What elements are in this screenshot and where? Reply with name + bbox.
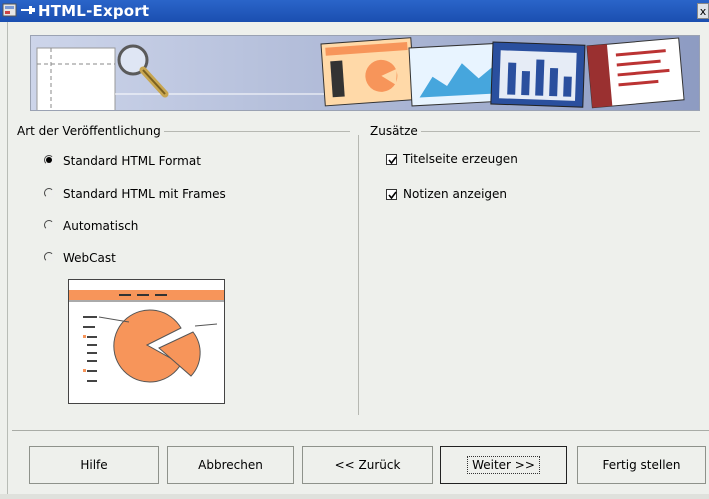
radio-html-frames[interactable]: Standard HTML mit Frames [44, 187, 226, 201]
radio-label: WebCast [63, 251, 116, 265]
window-left-edge [7, 22, 8, 499]
group-extras-label: Zusätze [367, 124, 421, 138]
title-bar[interactable]: HTML-Export x [0, 0, 709, 22]
back-button[interactable]: << Zurück [302, 446, 433, 484]
next-button[interactable]: Weiter >> [440, 446, 567, 484]
radio-label: Automatisch [63, 219, 139, 233]
group-publication-label: Art der Veröffentlichung [14, 124, 164, 138]
radio-label: Standard HTML Format [63, 154, 201, 168]
html-export-dialog: HTML-Export x Art der Veröffentlichung S… [0, 0, 709, 499]
window-bottom-edge [0, 494, 709, 499]
section-separator [358, 135, 359, 415]
button-area-separator [12, 430, 709, 431]
radio-webcast[interactable]: WebCast [44, 251, 116, 265]
finish-button[interactable]: Fertig stellen [577, 446, 706, 484]
window-title: HTML-Export [38, 2, 150, 20]
pin-icon[interactable] [20, 3, 36, 20]
cancel-button[interactable]: Abbrechen [167, 446, 294, 484]
close-icon[interactable]: x [697, 3, 709, 19]
radio-automatic[interactable]: Automatisch [44, 219, 138, 233]
checkbox-title-page[interactable]: Titelseite erzeugen [386, 152, 518, 166]
check-icon [386, 188, 397, 200]
radio-standard-html[interactable]: Standard HTML Format [44, 154, 201, 168]
app-icon[interactable] [2, 2, 18, 21]
help-button[interactable]: Hilfe [29, 446, 159, 484]
checkbox-label: Notizen anzeigen [403, 187, 508, 201]
check-icon [386, 153, 397, 165]
header-banner [30, 35, 700, 111]
format-preview-image [68, 279, 225, 404]
radio-label: Standard HTML mit Frames [63, 187, 226, 201]
checkbox-show-notes[interactable]: Notizen anzeigen [386, 187, 507, 201]
checkbox-label: Titelseite erzeugen [403, 152, 518, 166]
window-controls [2, 3, 36, 19]
